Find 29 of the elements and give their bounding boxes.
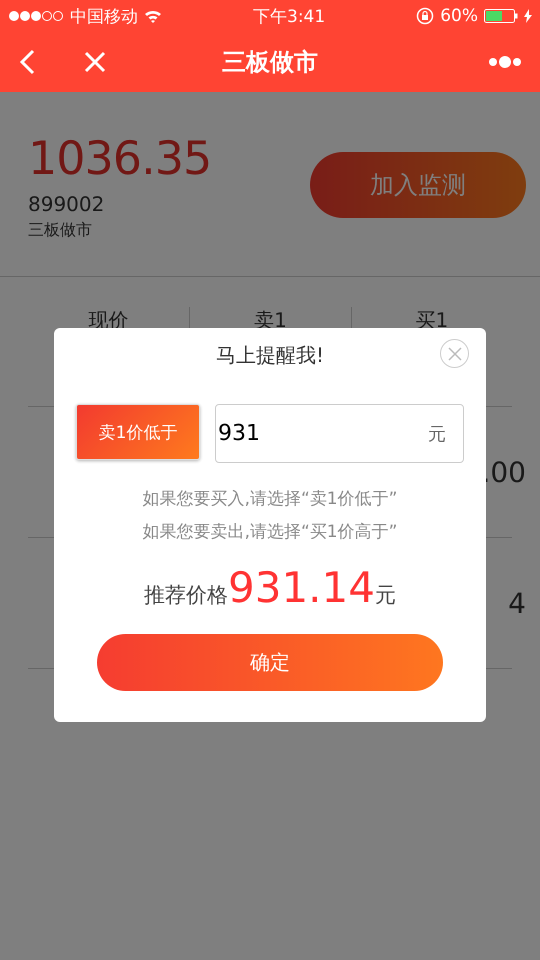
- page-title: 三板做市: [222, 47, 318, 78]
- rotation-lock-icon: [416, 7, 434, 25]
- signal-icon: [8, 10, 64, 22]
- carrier-name: 中国移动: [70, 6, 138, 28]
- close-icon: [448, 346, 462, 360]
- table-cell: 4: [508, 586, 526, 620]
- more-icon: [488, 55, 522, 69]
- watch-button[interactable]: 加入监测: [310, 152, 526, 218]
- stock-price: 1036.35: [28, 130, 212, 186]
- table-cell: .00: [481, 456, 526, 488]
- hint-text: 如果您要买入,请选择“卖1价低于”: [142, 488, 398, 510]
- battery-percent: 60%: [440, 6, 478, 26]
- wifi-icon: [144, 9, 162, 23]
- stock-code: 899002: [28, 192, 106, 216]
- unit-label: 元: [374, 582, 396, 609]
- recommend-label: 推荐价格: [144, 582, 228, 609]
- charging-icon: [524, 9, 532, 23]
- dialog-title: 马上提醒我!: [216, 342, 324, 369]
- confirm-button[interactable]: 确定: [97, 634, 443, 691]
- condition-button[interactable]: 卖1价低于: [76, 404, 200, 460]
- battery-icon: [484, 9, 518, 23]
- market-name: 三板做市: [28, 220, 93, 241]
- hint-text: 如果您要卖出,请选择“买1价高于”: [142, 521, 398, 543]
- recommend-price: 931.14: [228, 563, 375, 612]
- close-button[interactable]: [440, 339, 469, 368]
- back-icon: [18, 49, 36, 75]
- clock-time: 下午3:41: [253, 6, 326, 28]
- close-icon: [84, 51, 106, 73]
- unit-label: 元: [428, 423, 446, 446]
